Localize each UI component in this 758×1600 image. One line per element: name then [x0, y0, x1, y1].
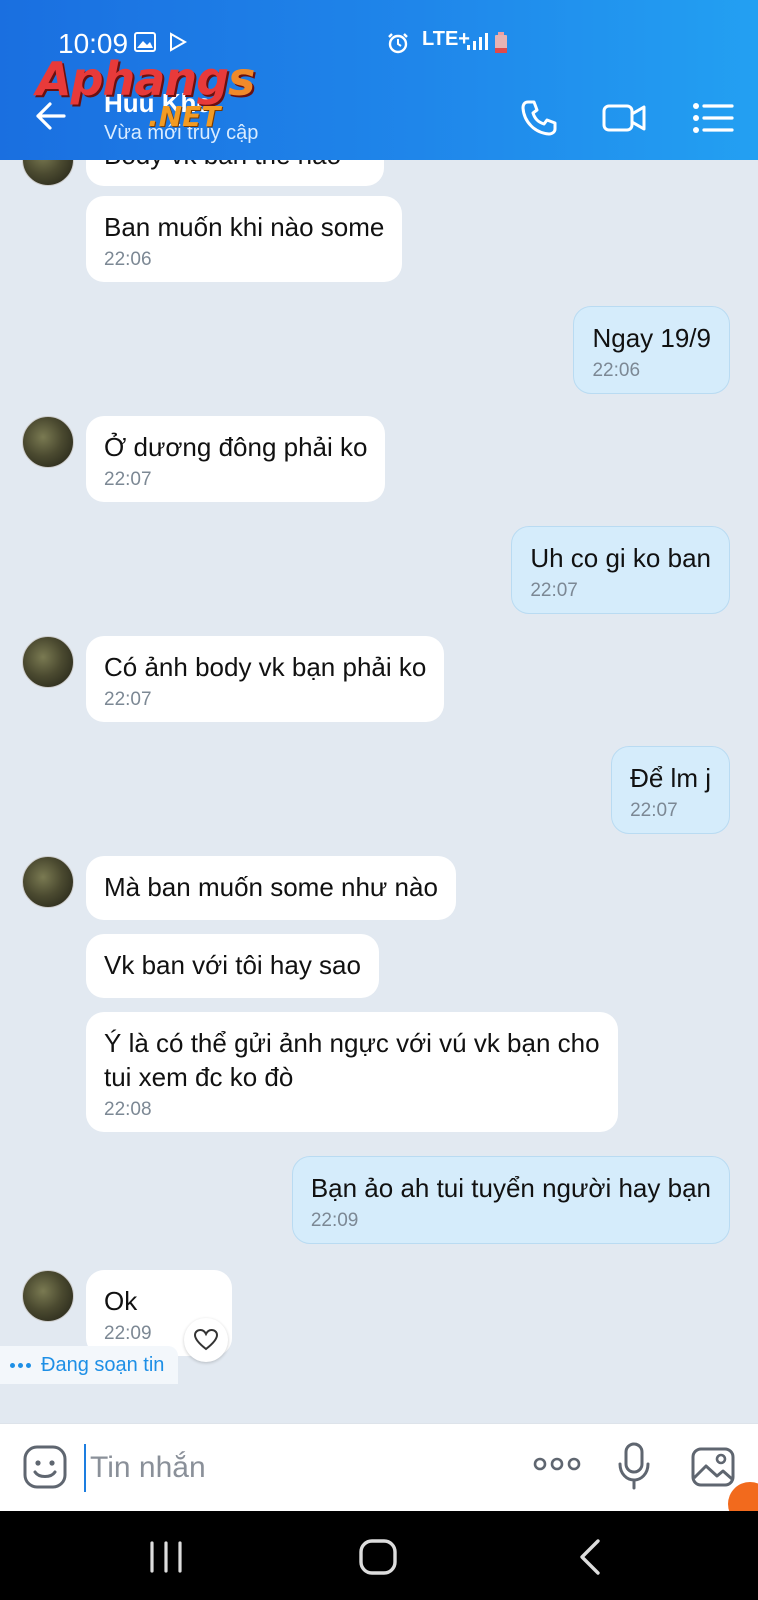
heart-reaction-icon[interactable] [184, 1318, 228, 1362]
microphone-icon[interactable] [616, 1442, 652, 1497]
contact-avatar[interactable] [22, 1270, 74, 1322]
recent-apps-icon[interactable] [144, 1535, 188, 1579]
contact-avatar[interactable] [22, 160, 74, 186]
message-bubble-incoming[interactable]: Ban muốn khi nào some 22:06 [86, 196, 403, 282]
message-bubble-outgoing[interactable]: Uh co gi ko ban 22:07 [511, 526, 730, 614]
message-bubble-outgoing[interactable]: Ngay 19/9 22:06 [573, 306, 730, 394]
battery-icon [494, 32, 508, 59]
watermark-logo: Aphangs .NET [36, 52, 255, 133]
back-nav-icon[interactable] [570, 1535, 614, 1579]
typing-dots-icon [10, 1362, 31, 1368]
message-bubble-incoming[interactable]: Có ảnh body vk bạn phải ko 22:07 [86, 636, 445, 722]
network-type: LTE+ [422, 28, 470, 50]
typing-indicator: Đang soạn tin [0, 1346, 179, 1384]
image-gallery-icon[interactable] [690, 1444, 736, 1495]
message-input[interactable] [84, 1444, 504, 1492]
message-bubble-incoming[interactable]: Ở dương đông phải ko 22:07 [86, 416, 386, 502]
menu-list-icon[interactable] [688, 94, 736, 142]
message-bubble-outgoing[interactable]: Để lm j 22:07 [611, 746, 730, 834]
video-camera-icon[interactable] [600, 94, 648, 142]
sticker-emoji-icon[interactable] [22, 1444, 68, 1495]
message-composer [0, 1423, 758, 1511]
message-bubble-incoming[interactable]: Vk ban với tôi hay sao [86, 934, 379, 998]
system-navigation-bar [0, 1511, 758, 1600]
contact-avatar[interactable] [22, 636, 74, 688]
contact-avatar[interactable] [22, 856, 74, 908]
message-bubble-incoming[interactable]: Body vk ban the nao [86, 160, 384, 186]
message-bubble-incoming[interactable]: Mà ban muốn some như nào [86, 856, 456, 920]
contact-avatar[interactable] [22, 416, 74, 468]
message-bubble-outgoing[interactable]: Bạn ảo ah tui tuyển người hay bạn 22:09 [291, 1156, 730, 1244]
home-icon[interactable] [356, 1535, 400, 1579]
phone-icon[interactable] [514, 94, 562, 142]
top-bar: 10:09 LTE+ Huu Khc Vừa mới truy cập Apha… [0, 0, 758, 160]
alarm-icon [386, 32, 410, 59]
signal-icon [466, 32, 488, 57]
more-options-icon[interactable] [532, 1454, 582, 1479]
message-bubble-incoming[interactable]: Ý là có thể gửi ảnh ngực với vú vk bạn c… [86, 1012, 618, 1132]
chat-area[interactable]: Body vk ban the nao Ban muốn khi nào som… [0, 160, 758, 1423]
